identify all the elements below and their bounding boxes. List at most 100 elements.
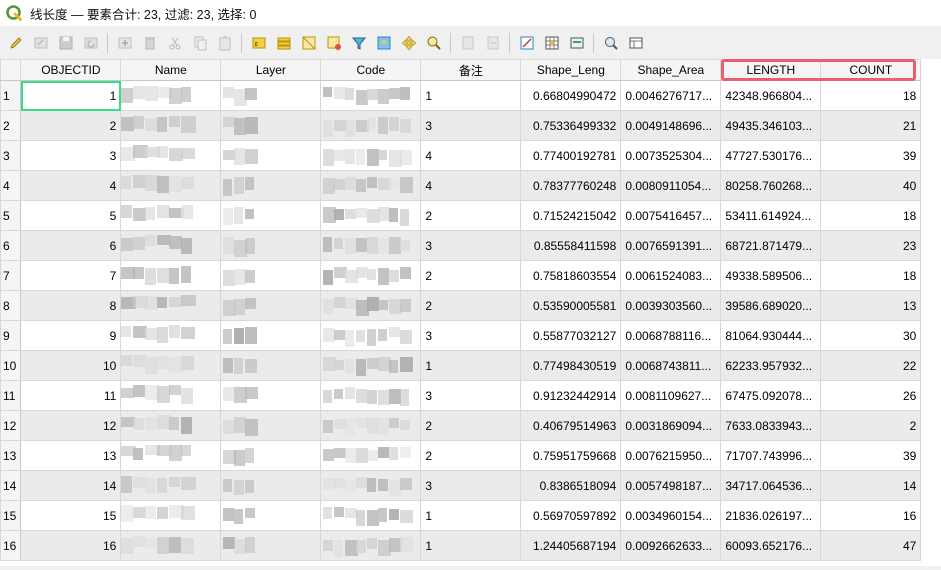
cell-shape-leng[interactable]: 0.85558411598 — [520, 230, 622, 261]
field-calculator-button[interactable] — [517, 33, 537, 53]
cell-count[interactable]: 39 — [820, 140, 922, 171]
cell-name[interactable] — [120, 200, 222, 231]
cell-shape-area[interactable]: 0.0092662633... — [620, 530, 722, 561]
row-number[interactable]: 13 — [0, 440, 22, 471]
table-row[interactable]: 5 5 2 0.71524215042 0.0075416457... 53411.614… — [0, 200, 922, 231]
cell-name[interactable] — [120, 80, 222, 111]
cell-objectid[interactable]: 14 — [20, 470, 122, 501]
cell-code[interactable] — [320, 260, 422, 291]
cell-layer[interactable] — [220, 350, 322, 381]
multi-edit-button[interactable] — [31, 33, 51, 53]
cell-count[interactable]: 22 — [820, 350, 922, 381]
cell-note[interactable]: 3 — [420, 110, 522, 141]
copy-button[interactable] — [190, 33, 210, 53]
cell-shape-area[interactable]: 0.0068788116... — [620, 320, 722, 351]
pencil-edit-button[interactable] — [6, 33, 26, 53]
cell-length[interactable]: 49435.346103... — [720, 110, 822, 141]
cell-length[interactable]: 49338.589506... — [720, 260, 822, 291]
cell-length[interactable]: 62233.957932... — [720, 350, 822, 381]
attribute-table[interactable]: OBJECTID Name Layer Code 备注 Shape_Leng Shape_A… — [0, 59, 941, 570]
cell-objectid[interactable]: 12 — [20, 410, 122, 441]
column-header-shape_area[interactable]: Shape_Area — [620, 59, 722, 81]
cell-shape-leng[interactable]: 0.75818603554 — [520, 260, 622, 291]
cell-note[interactable]: 3 — [420, 320, 522, 351]
cell-objectid[interactable]: 5 — [20, 200, 122, 231]
cell-shape-leng[interactable]: 0.71524215042 — [520, 200, 622, 231]
cell-objectid[interactable]: 3 — [20, 140, 122, 171]
cell-name[interactable] — [120, 410, 222, 441]
cell-length[interactable]: 80258.760268... — [720, 170, 822, 201]
cell-objectid[interactable]: 11 — [20, 380, 122, 411]
cell-shape-leng[interactable]: 0.75951759668 — [520, 440, 622, 471]
cell-objectid[interactable]: 4 — [20, 170, 122, 201]
filter-button[interactable] — [349, 33, 369, 53]
row-number[interactable]: 8 — [0, 290, 22, 321]
column-header-count[interactable]: COUNT — [820, 59, 922, 81]
table-row[interactable]: 3 3 4 0.77400192781 0.0073525304... 47727.530… — [0, 140, 922, 171]
cell-code[interactable] — [320, 110, 422, 141]
cell-objectid[interactable]: 13 — [20, 440, 122, 471]
cell-note[interactable]: 2 — [420, 410, 522, 441]
cell-note[interactable]: 3 — [420, 380, 522, 411]
row-number[interactable]: 14 — [0, 470, 22, 501]
cell-objectid[interactable]: 15 — [20, 500, 122, 531]
zoom-to-selection-button[interactable] — [424, 33, 444, 53]
cell-code[interactable] — [320, 290, 422, 321]
cell-layer[interactable] — [220, 110, 322, 141]
cell-objectid[interactable]: 9 — [20, 320, 122, 351]
cell-length[interactable]: 47727.530176... — [720, 140, 822, 171]
table-row[interactable]: 11 11 3 0.91232442914 0.0081109627... 67475.0… — [0, 380, 922, 411]
cell-count[interactable]: 23 — [820, 230, 922, 261]
cell-shape-area[interactable]: 0.0057498187... — [620, 470, 722, 501]
cell-note[interactable]: 1 — [420, 80, 522, 111]
cell-note[interactable]: 2 — [420, 260, 522, 291]
cell-name[interactable] — [120, 380, 222, 411]
cell-code[interactable] — [320, 380, 422, 411]
table-row[interactable]: 6 6 3 0.85558411598 0.0076591391... 68721.871… — [0, 230, 922, 261]
table-row[interactable]: 12 12 2 0.40679514963 0.0031869094... 7633.08… — [0, 410, 922, 441]
column-header-objectid[interactable]: OBJECTID — [20, 59, 122, 81]
cell-layer[interactable] — [220, 140, 322, 171]
table-row[interactable]: 14 14 3 0.8386518094 0.0057498187... 34717.06… — [0, 470, 922, 501]
column-header-length[interactable]: LENGTH — [720, 59, 822, 81]
cell-shape-area[interactable]: 0.0031869094... — [620, 410, 722, 441]
cell-length[interactable]: 39586.689020... — [720, 290, 822, 321]
cell-name[interactable] — [120, 440, 222, 471]
cell-name[interactable] — [120, 290, 222, 321]
cell-note[interactable]: 1 — [420, 530, 522, 561]
cell-layer[interactable] — [220, 380, 322, 411]
cell-shape-leng[interactable]: 0.66804990472 — [520, 80, 622, 111]
table-row[interactable]: 13 13 2 0.75951759668 0.0076215950... 71707.7… — [0, 440, 922, 471]
cell-code[interactable] — [320, 200, 422, 231]
cell-shape-leng[interactable]: 0.91232442914 — [520, 380, 622, 411]
cell-count[interactable]: 47 — [820, 530, 922, 561]
cell-code[interactable] — [320, 80, 422, 111]
cell-name[interactable] — [120, 110, 222, 141]
cell-length[interactable]: 42348.966804... — [720, 80, 822, 111]
row-number[interactable]: 4 — [0, 170, 22, 201]
cell-shape-leng[interactable]: 0.78377760248 — [520, 170, 622, 201]
cell-shape-area[interactable]: 0.0075416457... — [620, 200, 722, 231]
cell-objectid[interactable]: 10 — [20, 350, 122, 381]
cell-shape-area[interactable]: 0.0034960154... — [620, 500, 722, 531]
cell-code[interactable] — [320, 350, 422, 381]
cell-layer[interactable] — [220, 80, 322, 111]
corner-cell[interactable] — [0, 59, 22, 81]
cell-count[interactable]: 16 — [820, 500, 922, 531]
cell-layer[interactable] — [220, 170, 322, 201]
cell-count[interactable]: 2 — [820, 410, 922, 441]
cell-length[interactable]: 81064.930444... — [720, 320, 822, 351]
cell-note[interactable]: 3 — [420, 230, 522, 261]
table-row[interactable]: 16 16 1 1.24405687194 0.0092662633... 60093.6… — [0, 530, 922, 561]
cell-length[interactable]: 7633.0833943... — [720, 410, 822, 441]
cell-name[interactable] — [120, 470, 222, 501]
row-number[interactable]: 6 — [0, 230, 22, 261]
cell-code[interactable] — [320, 470, 422, 501]
pan-to-selection-button[interactable] — [399, 33, 419, 53]
cell-name[interactable] — [120, 320, 222, 351]
cell-count[interactable]: 18 — [820, 260, 922, 291]
select-all-button[interactable] — [274, 33, 294, 53]
cell-objectid[interactable]: 2 — [20, 110, 122, 141]
cell-layer[interactable] — [220, 530, 322, 561]
cell-objectid[interactable]: 7 — [20, 260, 122, 291]
